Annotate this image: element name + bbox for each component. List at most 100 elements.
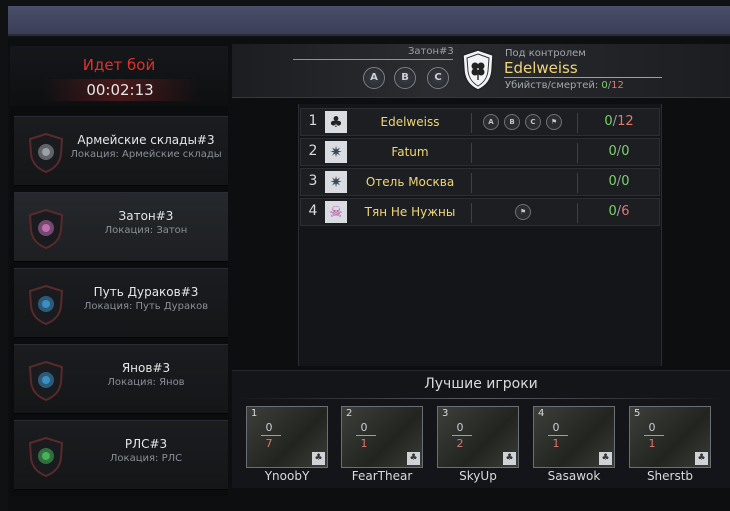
clover-icon: ♣ bbox=[695, 452, 708, 465]
player-name: YnoobY bbox=[264, 469, 310, 483]
player-rank: 1 bbox=[251, 408, 258, 419]
clan-row: 3 ✷ Отель Москва 0/0 bbox=[300, 168, 660, 196]
clan-kills: 0 bbox=[608, 144, 617, 159]
zone-location: Локация: Затон bbox=[104, 225, 188, 236]
clan-table: 1 ♣ Edelweiss A B C ⚑ 0/12 2 ✷ Fatum 0/0 3 ✷ Отель Мос… bbox=[300, 108, 660, 363]
clan-score: 0/12 bbox=[604, 114, 634, 129]
zone-location: Локация: Армейские склады bbox=[70, 149, 222, 160]
clan-rank: 4 bbox=[308, 203, 318, 219]
top-bar bbox=[8, 6, 730, 36]
divider bbox=[293, 59, 453, 60]
zone-item[interactable]: Янов#3 Локация: Янов bbox=[14, 344, 228, 414]
clan-rank: 1 bbox=[308, 113, 318, 129]
player-rank: 2 bbox=[346, 408, 353, 419]
zone-item[interactable]: РЛС#3 Локация: РЛС bbox=[14, 420, 228, 490]
battle-timer: 00:02:13 bbox=[42, 79, 198, 101]
clan-name[interactable]: Тян Не Нужны bbox=[351, 205, 469, 219]
point-a-icon: A bbox=[363, 67, 385, 89]
player-kills: 0 bbox=[456, 421, 464, 434]
zone-emblem-icon bbox=[28, 133, 64, 173]
clan-name[interactable]: Fatum bbox=[351, 145, 469, 159]
point-b-icon: B bbox=[504, 114, 520, 130]
clover-icon: ♣ bbox=[407, 452, 420, 465]
clover-icon: ♣ bbox=[599, 452, 612, 465]
clan-shield-icon bbox=[462, 49, 494, 91]
flag-icon: ⚑ bbox=[515, 204, 531, 220]
battle-title: Идет бой bbox=[82, 56, 156, 74]
best-player-card[interactable]: 3 0 2 ♣ SkyUp bbox=[437, 406, 519, 486]
best-player-card[interactable]: 5 0 1 ♣ Sherstb bbox=[629, 406, 711, 486]
clover-icon: ♣ bbox=[503, 452, 516, 465]
zone-item[interactable]: Затон#3 Локация: Затон bbox=[14, 192, 228, 262]
control-label: Под контролем bbox=[505, 48, 586, 59]
player-kills: 0 bbox=[552, 421, 560, 434]
clan-kills: 0 bbox=[604, 114, 613, 129]
clan-row: 1 ♣ Edelweiss A B C ⚑ 0/12 bbox=[300, 108, 660, 136]
clan-row: 4 ☠ Тян Не Нужны ⚑ 0/6 bbox=[300, 198, 660, 226]
player-kills: 0 bbox=[265, 421, 273, 434]
zone-name: Янов#3 bbox=[121, 361, 171, 375]
clan-kills: 0 bbox=[608, 174, 617, 189]
best-player-card[interactable]: 1 0 7 ♣ YnoobY bbox=[246, 406, 328, 486]
player-name: Sherstb bbox=[646, 469, 694, 483]
star-icon: ✷ bbox=[325, 171, 347, 193]
clover-icon: ♣ bbox=[325, 111, 347, 133]
best-player-card[interactable]: 2 0 1 ♣ FearThear bbox=[341, 406, 423, 486]
point-c-icon: C bbox=[427, 67, 449, 89]
divider bbox=[471, 143, 472, 163]
clan-row: 2 ✷ Fatum 0/0 bbox=[300, 138, 660, 166]
divider bbox=[504, 77, 662, 78]
clan-rank: 3 bbox=[308, 173, 318, 189]
clan-deaths: 12 bbox=[617, 114, 634, 129]
player-portrait: 1 0 7 ♣ bbox=[246, 406, 328, 468]
zone-emblem-icon bbox=[28, 285, 64, 325]
clan-name[interactable]: Отель Москва bbox=[351, 175, 469, 189]
player-name: SkyUp bbox=[459, 469, 497, 483]
zone-location: Локация: Путь Дураков bbox=[83, 301, 209, 312]
clan-score: 0/0 bbox=[608, 174, 630, 189]
player-deaths: 1 bbox=[360, 437, 368, 450]
player-kills: 0 bbox=[648, 421, 656, 434]
clan-score: 0/6 bbox=[608, 204, 630, 219]
player-rank: 5 bbox=[634, 408, 641, 419]
zone-item[interactable]: Путь Дураков#3 Локация: Путь Дураков bbox=[14, 268, 228, 338]
clan-name[interactable]: Edelweiss bbox=[351, 115, 469, 129]
clan-score: 0/0 bbox=[608, 144, 630, 159]
player-rank: 3 bbox=[442, 408, 449, 419]
point-a-icon: A bbox=[483, 114, 499, 130]
player-portrait: 2 0 1 ♣ bbox=[341, 406, 423, 468]
skull-icon: ☠ bbox=[325, 201, 347, 223]
clan-deaths: 0 bbox=[621, 174, 630, 189]
player-deaths: 2 bbox=[456, 437, 464, 450]
star-icon: ✷ bbox=[325, 141, 347, 163]
divider bbox=[471, 203, 472, 223]
zone-title: Затон#3 bbox=[408, 46, 454, 57]
zone-name: РЛС#3 bbox=[124, 437, 168, 451]
zone-name: Затон#3 bbox=[118, 209, 174, 223]
best-player-card[interactable]: 4 0 1 ♣ Sasawok bbox=[533, 406, 615, 486]
zone-location: Локация: РЛС bbox=[109, 453, 183, 464]
player-deaths: 7 bbox=[265, 437, 273, 450]
divider bbox=[577, 203, 578, 223]
point-c-icon: C bbox=[525, 114, 541, 130]
divider bbox=[577, 113, 578, 133]
zone-name: Армейские склады#3 bbox=[77, 133, 215, 147]
clover-icon: ♣ bbox=[312, 452, 325, 465]
divider bbox=[471, 173, 472, 193]
player-portrait: 4 0 1 ♣ bbox=[533, 406, 615, 468]
divider bbox=[644, 435, 664, 436]
player-name: FearThear bbox=[351, 469, 413, 483]
player-rank: 4 bbox=[538, 408, 545, 419]
player-kills: 0 bbox=[360, 421, 368, 434]
divider bbox=[356, 435, 376, 436]
divider bbox=[471, 113, 472, 133]
best-players-title: Лучшие игроки bbox=[424, 376, 538, 392]
player-deaths: 1 bbox=[648, 437, 656, 450]
controller-name: Edelweiss bbox=[504, 59, 578, 77]
kd-label: Убийств/смертей: bbox=[505, 80, 599, 91]
divider bbox=[548, 435, 568, 436]
zone-item[interactable]: Армейские склады#3 Локация: Армейские скл… bbox=[14, 116, 228, 186]
zone-location: Локация: Янов bbox=[107, 377, 185, 388]
player-name: Sasawok bbox=[547, 469, 601, 483]
battle-status: Идет бой 00:02:13 bbox=[10, 46, 228, 106]
